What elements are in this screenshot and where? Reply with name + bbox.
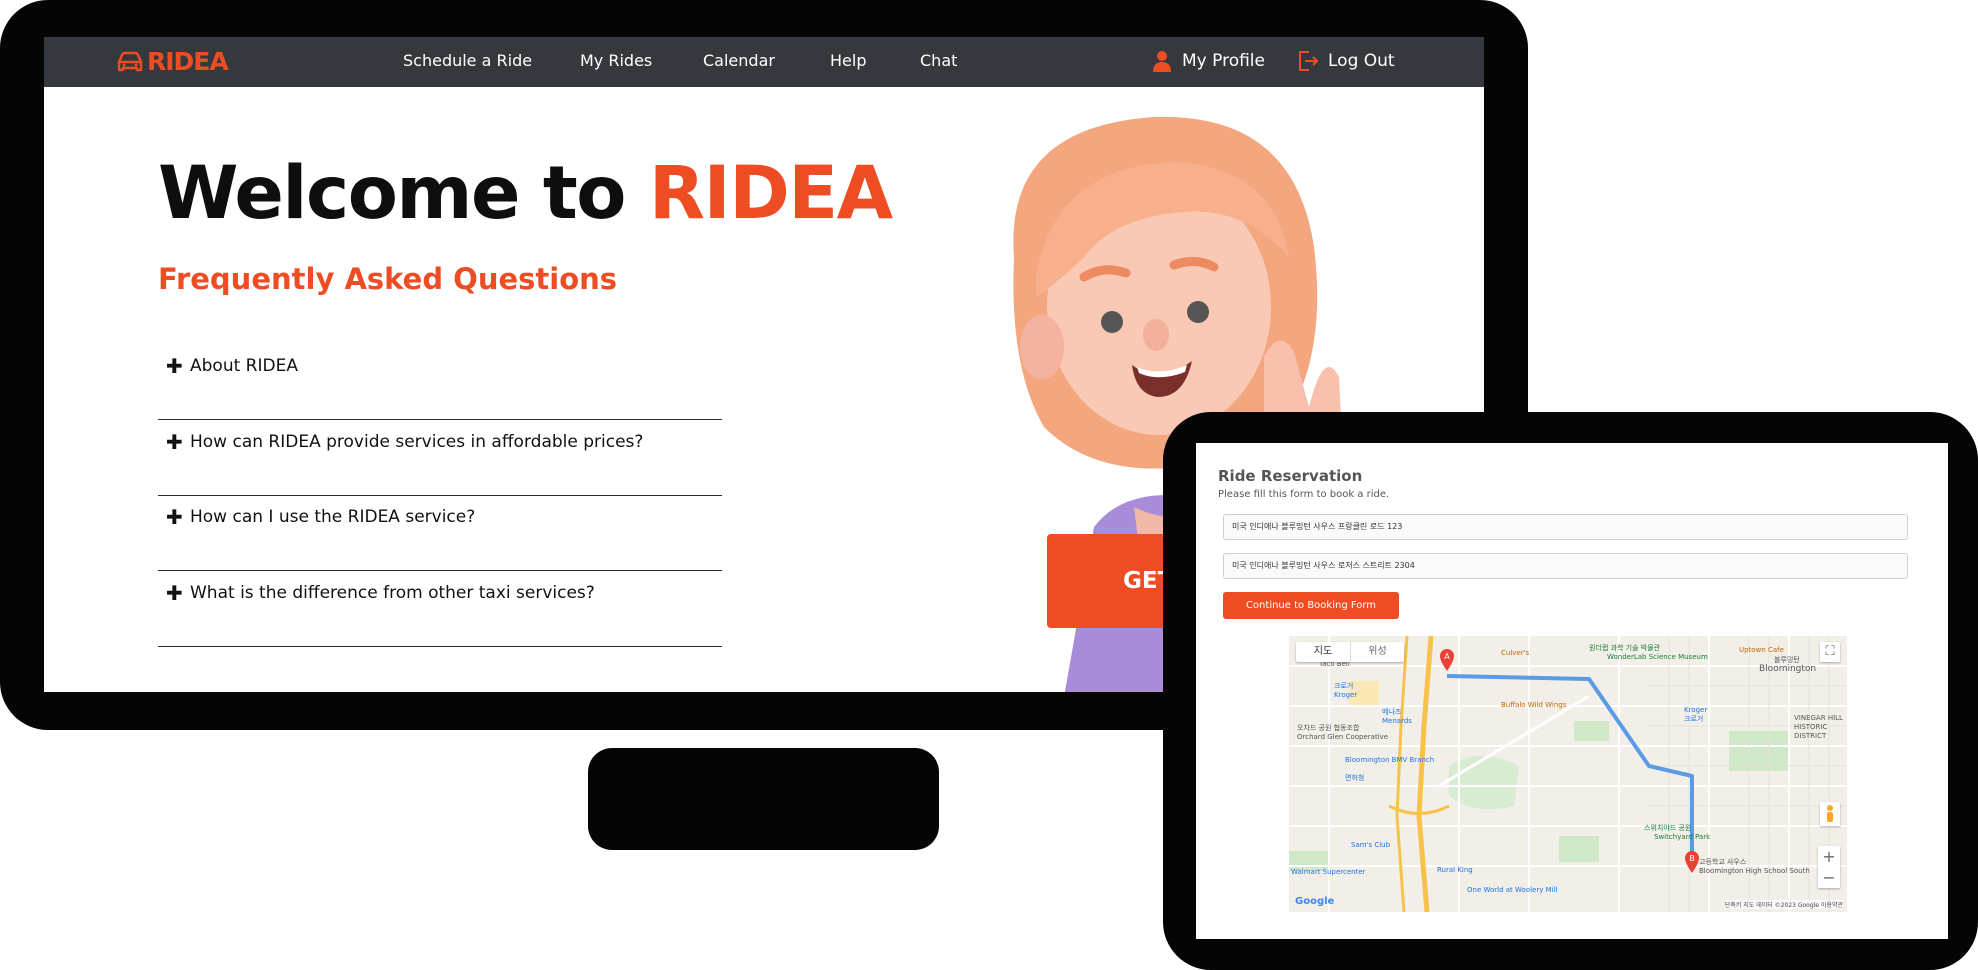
plus-icon: ✚ (166, 430, 183, 454)
logout-icon (1299, 51, 1319, 71)
tablet-screen: Ride Reservation Please fill this form t… (1196, 443, 1948, 939)
map-label-highschool: Bloomington High School South (1699, 867, 1810, 875)
zoom-controls: + − (1818, 846, 1840, 888)
hero-title: Welcome to RIDEA (158, 149, 893, 239)
map-label-highschool-ko: 고등학교 사우스 (1699, 858, 1747, 866)
continue-booking-button[interactable]: Continue to Booking Form (1223, 592, 1399, 619)
map-label-bmv-ko: 면허청 (1345, 774, 1365, 782)
faq-question: About RIDEA (190, 356, 298, 376)
zoom-in-button[interactable]: + (1818, 846, 1840, 867)
pickup-address-input[interactable]: 미국 인디애나 블루밍턴 사우스 프랑클린 로드 123 (1223, 514, 1908, 540)
map-label-kroger2-ko: 크로거 (1684, 715, 1704, 723)
map-attribution[interactable]: 단축키 지도 데이터 ©2023 Google 이용약관 (1724, 900, 1843, 909)
hero-title-brand: RIDEA (648, 151, 893, 236)
faq-item-how-to-use[interactable]: ✚ How can I use the RIDEA service? (158, 495, 722, 571)
plus-icon: ✚ (166, 581, 183, 605)
nav-chat[interactable]: Chat (920, 51, 957, 71)
map-label-buffalo: Buffalo Wild Wings (1501, 701, 1567, 709)
faq-heading: Frequently Asked Questions (158, 262, 618, 296)
map-label-bmv: Bloomington BMV Branch (1345, 756, 1435, 764)
map-label-switchyard: Switchyard Park (1654, 833, 1711, 841)
map-label-kroger-ko: 크로거 (1334, 682, 1354, 690)
faq-item-about[interactable]: ✚ About RIDEA (158, 344, 722, 420)
marker-b-label: B (1689, 854, 1695, 863)
map-type-toggle: 지도 위성 (1296, 642, 1404, 662)
map-label-menards: Menards (1382, 717, 1412, 725)
monitor-stand (588, 748, 939, 850)
navbar: RIDEA Schedule a Ride My Rides Calendar … (44, 37, 1484, 87)
faq-item-difference[interactable]: ✚ What is the difference from other taxi… (158, 571, 722, 647)
nav-my-profile[interactable]: My Profile (1150, 47, 1265, 75)
nav-help[interactable]: Help (830, 51, 866, 71)
map-label-wonderlab: WonderLab Science Museum (1607, 653, 1708, 661)
map-label-walmart: Walmart Supercenter (1291, 868, 1366, 876)
satellite-view-button[interactable]: 위성 (1350, 642, 1404, 662)
faq-item-affordable[interactable]: ✚ How can RIDEA provide services in affo… (158, 420, 722, 496)
map-label-menards-ko: 메나즈 (1382, 708, 1402, 716)
brand-logo[interactable]: RIDEA (116, 45, 229, 79)
car-icon (117, 51, 143, 72)
faq-question: How can RIDEA provide services in afford… (190, 432, 644, 452)
map-label-uptown: Uptown Cafe (1739, 646, 1784, 654)
plus-icon: ✚ (166, 354, 183, 378)
map-label-kroger: Kroger (1334, 691, 1358, 699)
user-icon (1153, 51, 1171, 72)
map-label-kroger2: Kroger (1684, 706, 1708, 714)
zoom-out-button[interactable]: − (1818, 867, 1840, 888)
marker-a-icon[interactable]: A (1439, 648, 1455, 672)
map-label-vinegar: VINEGAR HILL HISTORIC DISTRICT (1794, 714, 1843, 740)
faq-question: How can I use the RIDEA service? (190, 507, 476, 527)
map-label-switchyard-ko: 스위치야드 공원 (1644, 824, 1692, 832)
brand-name: RIDEA (147, 47, 229, 76)
map-label-samsclub: Sam's Club (1351, 841, 1391, 849)
nav-log-out[interactable]: Log Out (1296, 47, 1395, 75)
map-view-button[interactable]: 지도 (1296, 642, 1350, 662)
marker-b-icon[interactable]: B (1684, 850, 1700, 874)
map-label-wonderlab-ko: 원더랩 과학 기술 박물관 (1589, 644, 1661, 652)
map-label-ruralking: Rural King (1437, 866, 1473, 874)
map-label-orchard-ko: 오차드 공원 협동조합 (1297, 724, 1360, 732)
map-label-bloomington: Bloomington (1759, 664, 1817, 674)
marker-a-label: A (1444, 652, 1450, 661)
nav-calendar[interactable]: Calendar (703, 51, 775, 71)
hero-title-prefix: Welcome to (158, 151, 649, 236)
reservation-subtitle: Please fill this form to book a ride. (1218, 489, 1390, 500)
nav-my-profile-label: My Profile (1182, 51, 1265, 71)
pegman-icon[interactable] (1820, 802, 1840, 826)
tablet-device: Ride Reservation Please fill this form t… (1163, 412, 1978, 970)
map-label-oneworld: One World at Woolery Mill (1467, 886, 1558, 894)
nav-my-rides[interactable]: My Rides (580, 51, 652, 71)
fullscreen-icon[interactable]: ⛶ (1820, 642, 1840, 662)
faq-question: What is the difference from other taxi s… (190, 583, 595, 603)
route-map[interactable]: A B Taco Bell 크로거 Kroger Culver's 원더랩 과학… (1289, 636, 1847, 912)
google-logo: Google (1295, 896, 1335, 907)
dropoff-address-input[interactable]: 미국 인디애나 블루밍턴 사우스 로저스 스트리트 2304 (1223, 553, 1908, 579)
nav-log-out-label: Log Out (1328, 51, 1395, 71)
map-label-orchard: Orchard Glen Cooperative (1297, 733, 1389, 741)
nav-schedule-ride[interactable]: Schedule a Ride (403, 51, 532, 71)
reservation-title: Ride Reservation (1218, 467, 1363, 485)
plus-icon: ✚ (166, 505, 183, 529)
map-label-culvers: Culver's (1501, 649, 1530, 657)
